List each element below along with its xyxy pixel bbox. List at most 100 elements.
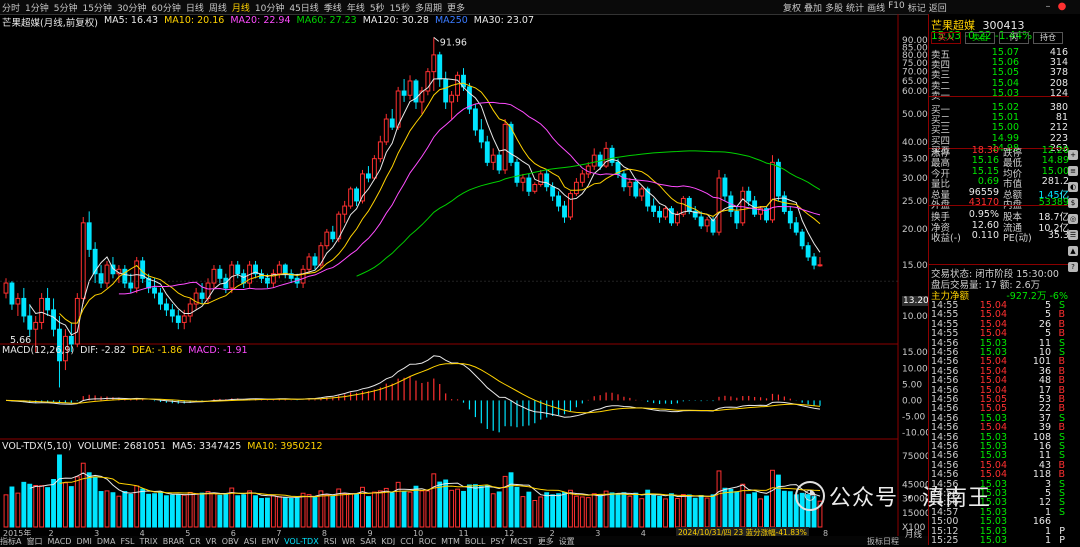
tool-icon-8[interactable]: ? [1068, 262, 1078, 272]
indicator-tab-15[interactable]: WR [342, 537, 355, 545]
tool-1[interactable]: 叠加 [804, 1, 822, 14]
indicator-tab-8[interactable]: CR [190, 537, 201, 545]
period-tab-9[interactable]: 10分钟 [255, 1, 284, 14]
period-tab-1[interactable]: 1分钟 [25, 1, 49, 14]
candle-body [152, 287, 157, 294]
trade-button-1[interactable]: 卖出 [965, 32, 995, 44]
dea-label: DEA: -1.86 [131, 345, 183, 356]
indicator-tab-12[interactable]: EMV [262, 537, 279, 545]
orderbook-row[interactable]: 买一 15.02 380 [931, 102, 1068, 116]
volume-bar [603, 490, 609, 528]
period-tab-15[interactable]: 多周期 [415, 1, 442, 14]
indicator-tab-24[interactable]: 更多 [538, 537, 554, 545]
tool-icon-6[interactable]: ☰ [1068, 230, 1078, 240]
tool-icon-4[interactable]: $ [1068, 198, 1078, 208]
close-icon[interactable]: ● [1056, 1, 1068, 13]
period-tab-8[interactable]: 月线 [232, 1, 250, 14]
period-tab-7[interactable]: 周线 [209, 1, 227, 14]
orderbook-row[interactable]: 卖三 15.05 378 [931, 67, 1068, 81]
trade-button-2[interactable]: 闪 [999, 32, 1029, 44]
candle-body [674, 213, 680, 224]
trade-button-0[interactable]: 买入 [931, 32, 961, 44]
period-tab-16[interactable]: 更多 [447, 1, 465, 14]
tool-6[interactable]: 标记 [908, 1, 926, 14]
tool-5[interactable]: F10 [888, 1, 905, 14]
stat-value: 15.15 [971, 165, 999, 177]
indicator-tab-3[interactable]: DMI [76, 537, 91, 545]
period-tab-6[interactable]: 日线 [186, 1, 204, 14]
tool-2[interactable]: 多股 [825, 1, 843, 14]
main-flow-row: 主力净额 -927.2万 -6% [931, 288, 1068, 302]
orderbook-row[interactable]: 卖五 15.07 416 [931, 47, 1068, 61]
orderbook-row[interactable]: 卖四 15.06 314 [931, 57, 1068, 71]
indicator-tab-14[interactable]: RSI [324, 537, 337, 545]
period-tab-14[interactable]: 15秒 [390, 1, 410, 14]
orderbook-volume: 81 [1055, 112, 1068, 124]
candle-body [324, 231, 330, 247]
indicator-tab-22[interactable]: PSY [490, 537, 505, 545]
indicator-tab-2[interactable]: MACD [47, 537, 71, 545]
tool-icon-7[interactable]: ▲ [1068, 246, 1078, 256]
volume-bar [152, 493, 157, 528]
orderbook-volume: 212 [1049, 122, 1068, 134]
volume-bar [27, 483, 33, 528]
minimize-icon[interactable]: – [1042, 1, 1054, 13]
period-tab-2[interactable]: 5分钟 [54, 1, 78, 14]
indicator-tab-20[interactable]: MTM [441, 537, 460, 545]
indicator-tab-21[interactable]: BOLL [465, 537, 486, 545]
tick-row: 15:25 15.03 1 P [931, 535, 1069, 546]
candle-body [573, 181, 579, 195]
candle-body [787, 210, 793, 224]
indicator-tab-13[interactable]: VOL-TDX [284, 537, 319, 545]
indicator-tab-4[interactable]: DMA [97, 537, 116, 545]
period-tab-5[interactable]: 60分钟 [151, 1, 180, 14]
tool-icon-3[interactable]: ◐ [1068, 182, 1078, 192]
orderbook-row[interactable]: 卖二 15.04 208 [931, 78, 1068, 92]
period-tab-13[interactable]: 5秒 [370, 1, 385, 14]
volume-bar [746, 493, 752, 528]
trade-button-3[interactable]: 持仓 [1033, 32, 1063, 44]
period-tab-11[interactable]: 季线 [324, 1, 342, 14]
period-tab-10[interactable]: 45日线 [289, 1, 318, 14]
volume-bar [86, 472, 92, 528]
tool-icon-2[interactable]: ≡ [1068, 166, 1078, 176]
indicator-tab-16[interactable]: SAR [360, 537, 376, 545]
orderbook-row[interactable]: 买四 14.99 223 [931, 133, 1068, 147]
orderbook-row[interactable]: 买二 15.01 81 [931, 112, 1068, 126]
stat-label: 最高 [931, 158, 951, 170]
tool-3[interactable]: 统计 [846, 1, 864, 14]
stat-label-2: 最低 [1003, 158, 1023, 170]
indicator-tab-19[interactable]: ROC [419, 537, 436, 545]
bottom-right-tools[interactable]: 扳标日程 [867, 536, 899, 547]
period-indicator: 月线 [905, 530, 923, 540]
tool-icon-5[interactable]: ◎ [1068, 214, 1078, 224]
tool-4[interactable]: 画线 [867, 1, 885, 14]
orderbook-row[interactable]: 买三 15.00 212 [931, 122, 1068, 136]
volume-bar [579, 496, 585, 528]
indicator-tab-10[interactable]: OBV [222, 537, 239, 545]
indicator-tab-9[interactable]: VR [206, 537, 217, 545]
indicator-tab-25[interactable]: 设置 [559, 537, 575, 545]
indicator-tab-7[interactable]: BRAR [163, 537, 185, 545]
period-tab-3[interactable]: 15分钟 [82, 1, 111, 14]
kline-chart[interactable]: 90.0085.0080.0075.0070.0065.0060.0050.00… [0, 14, 928, 540]
stat-label-2: PE(动) [1003, 233, 1032, 245]
period-tab-12[interactable]: 年线 [347, 1, 365, 14]
tool-icon-1[interactable]: + [1068, 150, 1078, 160]
tool-0[interactable]: 复权 [783, 1, 801, 14]
tool-7[interactable]: 返回 [929, 1, 947, 14]
indicator-tab-5[interactable]: FSL [120, 537, 134, 545]
indicator-tab-18[interactable]: CCI [400, 537, 414, 545]
indicator-tab-0[interactable]: 指标A [0, 537, 21, 545]
indicator-tab-11[interactable]: ASI [244, 537, 257, 545]
indicator-tab-6[interactable]: TRIX [139, 537, 157, 545]
stat-row: 收益(-) 0.110 PE(动) 35.3 [931, 230, 1069, 245]
period-tab-4[interactable]: 30分钟 [117, 1, 146, 14]
candle-body [746, 190, 752, 202]
volume-bar [431, 473, 437, 528]
vol-axis-tick: 75000 [902, 452, 928, 462]
indicator-tab-1[interactable]: 窗口 [26, 537, 42, 545]
indicator-tab-23[interactable]: MCST [510, 537, 532, 545]
indicator-tab-17[interactable]: KDJ [381, 537, 395, 545]
period-tab-0[interactable]: 分时 [2, 1, 20, 14]
